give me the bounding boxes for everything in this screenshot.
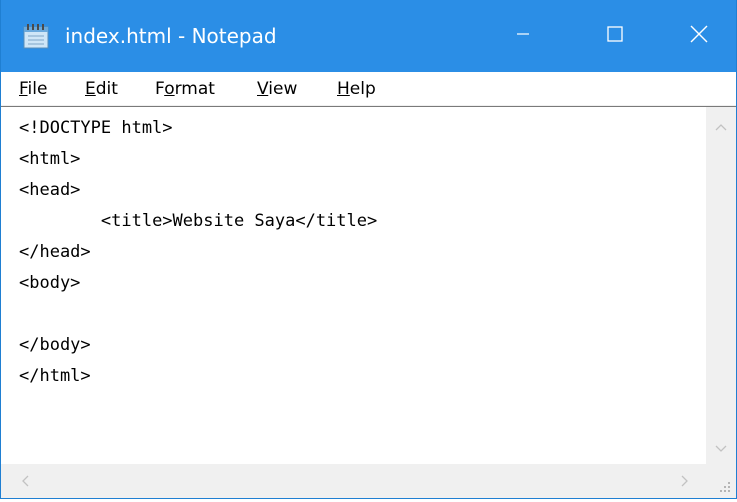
menu-bar: File Edit Format View Help xyxy=(1,72,736,106)
scroll-down-icon[interactable] xyxy=(706,437,736,461)
menu-format[interactable]: Format xyxy=(155,75,215,103)
window-title: index.html - Notepad xyxy=(65,24,277,48)
text-editor[interactable]: <!DOCTYPE html> <html> <head> <title>Web… xyxy=(1,106,706,464)
vertical-scrollbar[interactable] xyxy=(706,106,736,464)
menu-edit-label: dit xyxy=(95,79,118,99)
menu-format-label-end: rmat xyxy=(174,79,215,99)
title-bar[interactable]: index.html - Notepad xyxy=(1,0,736,72)
minimize-icon xyxy=(515,26,531,46)
menu-help-mnemonic: H xyxy=(337,79,350,99)
close-icon xyxy=(689,24,709,48)
menu-view-mnemonic: V xyxy=(257,79,269,99)
menu-file-label: ile xyxy=(27,79,48,99)
notepad-icon[interactable] xyxy=(21,23,51,49)
notepad-window: index.html - Notepad File Edit Format Vi… xyxy=(0,0,737,499)
maximize-icon xyxy=(606,25,624,47)
menu-format-mnemonic: o xyxy=(164,79,175,99)
menu-file-mnemonic: F xyxy=(19,79,28,99)
close-button[interactable] xyxy=(661,0,736,72)
scroll-right-icon[interactable] xyxy=(673,469,697,493)
horizontal-scrollbar[interactable] xyxy=(1,464,706,498)
menu-edit-mnemonic: E xyxy=(85,79,96,99)
menu-format-label-start: F xyxy=(155,79,165,99)
maximize-button[interactable] xyxy=(569,0,661,72)
menu-view-label: iew xyxy=(268,79,298,99)
minimize-button[interactable] xyxy=(477,0,569,72)
menu-edit[interactable]: Edit xyxy=(85,75,118,103)
scroll-left-icon[interactable] xyxy=(13,469,37,493)
scroll-up-icon[interactable] xyxy=(706,115,736,139)
menu-view[interactable]: View xyxy=(257,75,297,103)
menu-help-label: elp xyxy=(349,79,376,99)
resize-grip-icon[interactable] xyxy=(706,464,736,498)
editor-content[interactable]: <!DOCTYPE html> <html> <head> <title>Web… xyxy=(19,113,377,392)
menu-file[interactable]: File xyxy=(19,75,47,103)
menu-help[interactable]: Help xyxy=(337,75,376,103)
